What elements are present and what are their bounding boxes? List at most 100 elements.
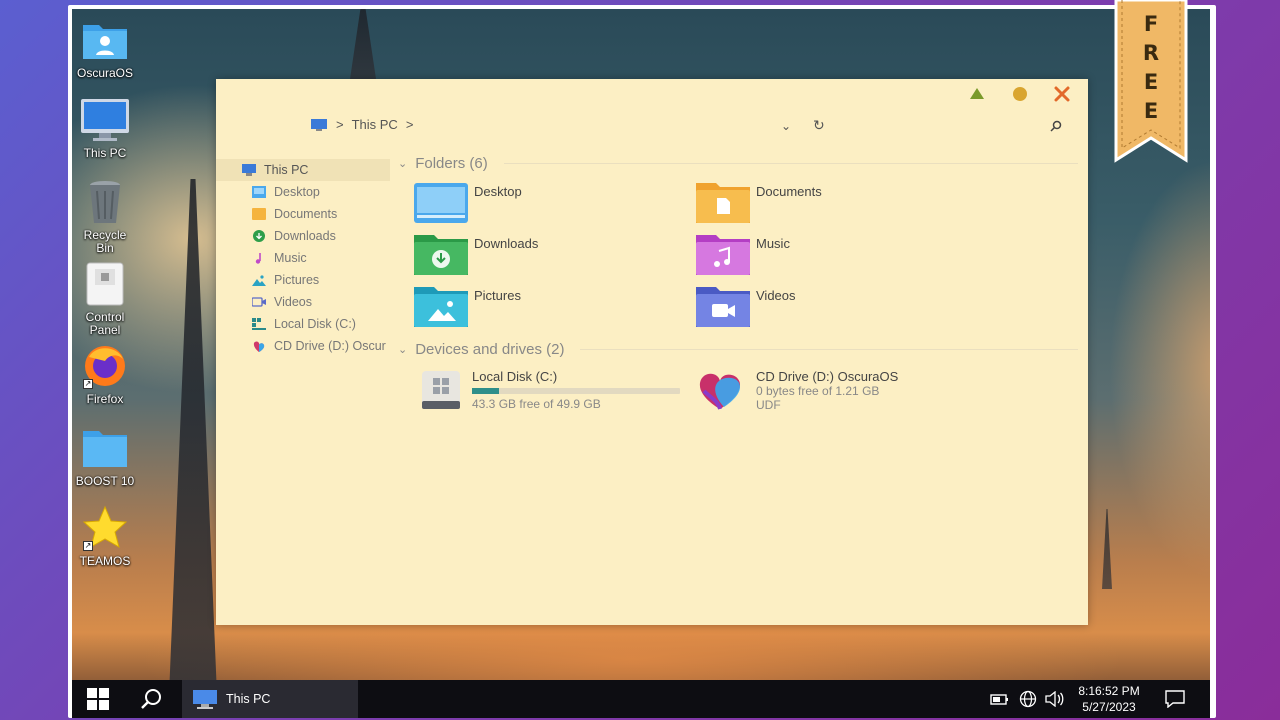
- notification-center-button[interactable]: [1156, 680, 1194, 718]
- nav-item-downloads[interactable]: Downloads: [216, 225, 390, 247]
- folders-section-header[interactable]: ⌄ Folders (6): [398, 151, 1078, 175]
- battery-icon[interactable]: [988, 680, 1012, 718]
- wallpaper-spire: [350, 9, 376, 79]
- monitor-icon: [311, 118, 327, 131]
- folder-videos[interactable]: Videos: [696, 285, 978, 327]
- ribbon-letter: E: [1143, 99, 1159, 123]
- drives-section-header[interactable]: ⌄ Devices and drives (2): [398, 337, 1078, 361]
- desktop-icon-firefox[interactable]: ↗ Firefox: [72, 343, 140, 406]
- content-pane: ⌄ Folders (6) Desktop Documents Download…: [398, 151, 1078, 422]
- maximize-button[interactable]: [1011, 85, 1029, 103]
- star-icon: ↗: [79, 505, 131, 553]
- nav-item-label: Documents: [274, 207, 338, 221]
- desktop-icon-label: Control Panel: [85, 310, 125, 337]
- folder-name: Music: [756, 236, 790, 251]
- taskbar: This PC 8:16:52 PM 5/27/2023: [72, 680, 1210, 718]
- desktop-folder-icon: [252, 186, 266, 198]
- nav-item-cd-drive[interactable]: CD Drive (D:) Oscur: [216, 335, 390, 357]
- notification-icon: [1165, 690, 1185, 708]
- desktop-icon-oscuraos[interactable]: OscuraOS: [72, 17, 140, 80]
- shortcut-arrow-icon: ↗: [83, 541, 93, 551]
- drive-free-space: 0 bytes free of 1.21 GB: [756, 384, 880, 398]
- nav-item-label: This PC: [264, 163, 309, 177]
- folder-name: Videos: [756, 288, 796, 303]
- desktop-icon-control-panel[interactable]: Control Panel: [72, 261, 140, 337]
- drive-usage-bar: [472, 388, 680, 394]
- nav-item-pictures[interactable]: Pictures: [216, 269, 390, 291]
- desktop-icon-teamos[interactable]: ↗ TEAMOS: [72, 505, 140, 568]
- folder-icon: [79, 425, 131, 473]
- nav-item-label: Downloads: [274, 229, 336, 243]
- nav-item-documents[interactable]: Documents: [216, 203, 390, 225]
- explorer-window: > This PC > ⌄ ↻ This PC Desktop Document…: [216, 79, 1088, 625]
- video-camera-icon: [252, 297, 266, 307]
- desktop-icon-recycle-bin[interactable]: Recycle Bin: [72, 179, 140, 255]
- folder-downloads[interactable]: Downloads: [414, 233, 696, 275]
- free-ribbon-badge: F R E E: [1112, 0, 1190, 166]
- breadcrumb-this-pc[interactable]: This PC: [352, 117, 398, 132]
- folders-grid: Desktop Documents Downloads Music Pictur…: [414, 181, 1078, 327]
- drives-grid: Local Disk (C:) 43.3 GB free of 49.9 GB …: [420, 369, 1078, 412]
- desktop-icon-boost-10[interactable]: BOOST 10: [72, 425, 140, 488]
- documents-folder-icon: [696, 183, 750, 223]
- chevron-down-icon[interactable]: ⌄: [781, 119, 791, 133]
- nav-item-label: Videos: [274, 295, 312, 309]
- desktop-icon-label: OscuraOS: [76, 66, 133, 80]
- folder-music[interactable]: Music: [696, 233, 978, 275]
- ribbon-letter: F: [1143, 12, 1159, 36]
- drive-name: CD Drive (D:) OscuraOS: [756, 369, 899, 384]
- address-bar[interactable]: > This PC >: [310, 117, 413, 132]
- desktop-icon-label: TEAMOS: [79, 554, 131, 568]
- navigation-pane: This PC Desktop Documents Downloads Musi…: [216, 159, 390, 357]
- network-globe-icon[interactable]: [1016, 680, 1040, 718]
- chevron-down-icon: ⌄: [398, 343, 408, 356]
- folder-name: Desktop: [474, 184, 522, 199]
- nav-item-desktop[interactable]: Desktop: [216, 181, 390, 203]
- close-button[interactable]: [1053, 85, 1071, 103]
- user-folder-icon: [79, 17, 131, 65]
- taskbar-app-label: This PC: [226, 692, 271, 706]
- folder-pictures[interactable]: Pictures: [414, 285, 696, 327]
- windows-drive-icon: [252, 318, 266, 330]
- nav-item-this-pc[interactable]: This PC: [216, 159, 390, 181]
- desktop-icon-label: BOOST 10: [75, 474, 135, 488]
- monitor-icon: [193, 690, 217, 709]
- folder-desktop[interactable]: Desktop: [414, 181, 696, 223]
- control-panel-icon: [79, 261, 131, 309]
- volume-icon[interactable]: [1042, 680, 1066, 718]
- minimize-button[interactable]: [968, 85, 986, 103]
- downloads-folder-icon: [414, 235, 468, 275]
- cd-drive-icon: [699, 373, 740, 410]
- nav-item-local-disk[interactable]: Local Disk (C:): [216, 313, 390, 335]
- nav-item-label: CD Drive (D:) Oscur: [274, 339, 386, 353]
- music-note-icon: [255, 253, 261, 264]
- search-icon[interactable]: [1050, 119, 1062, 137]
- folder-name: Downloads: [474, 236, 539, 251]
- ribbon-letter: E: [1143, 70, 1159, 94]
- drive-free-space: 43.3 GB free of 49.9 GB: [472, 397, 601, 411]
- wallpaper-spire: [1102, 509, 1112, 589]
- start-button[interactable]: [72, 680, 124, 718]
- section-title: Devices and drives (2): [415, 340, 565, 358]
- folder-documents[interactable]: Documents: [696, 181, 978, 223]
- drive-local-disk-c[interactable]: Local Disk (C:) 43.3 GB free of 49.9 GB: [420, 369, 696, 412]
- clock-date: 5/27/2023: [1082, 700, 1136, 714]
- taskbar-app-this-pc[interactable]: This PC: [182, 680, 358, 718]
- windows-drive-icon: [422, 371, 460, 409]
- pictures-folder-icon: [414, 287, 468, 327]
- drive-cd-d[interactable]: CD Drive (D:) OscuraOS 0 bytes free of 1…: [696, 369, 978, 412]
- documents-folder-icon: [252, 208, 266, 220]
- desktop-icon-this-pc[interactable]: This PC: [72, 97, 140, 160]
- nav-item-label: Pictures: [274, 273, 320, 287]
- nav-item-videos[interactable]: Videos: [216, 291, 390, 313]
- desktop-icon-label: Firefox: [86, 392, 124, 406]
- nav-item-music[interactable]: Music: [216, 247, 390, 269]
- clock[interactable]: 8:16:52 PM 5/27/2023: [1072, 680, 1146, 718]
- refresh-icon[interactable]: ↻: [813, 117, 825, 134]
- search-button[interactable]: [128, 680, 174, 718]
- drive-filesystem: UDF: [756, 398, 781, 412]
- monitor-icon: [242, 164, 256, 176]
- desktop-folder-icon: [414, 183, 468, 223]
- monitor-icon: [79, 97, 131, 145]
- music-folder-icon: [696, 235, 750, 275]
